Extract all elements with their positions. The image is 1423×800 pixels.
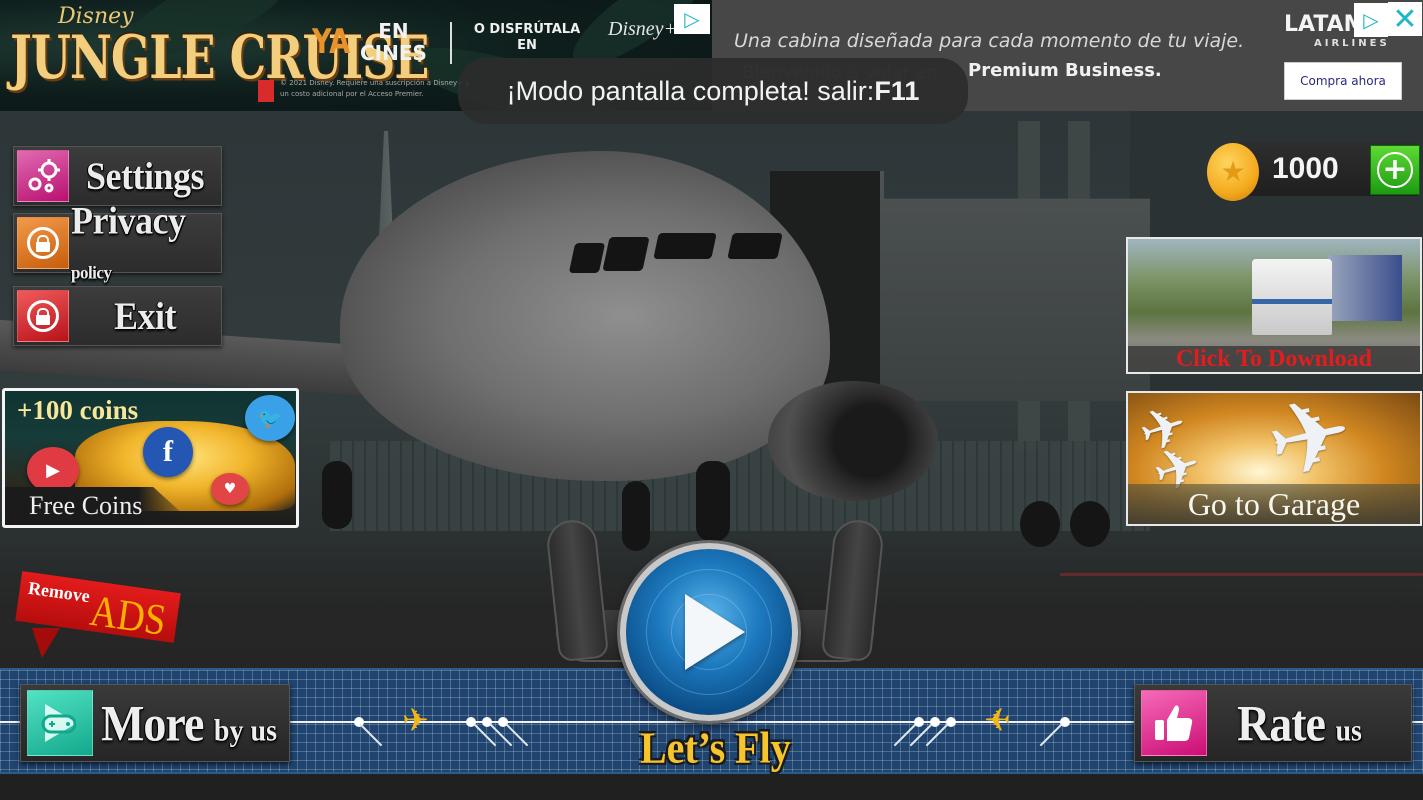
ad-en-text: EN (378, 19, 409, 43)
youtube-icon: ▶ (27, 447, 79, 493)
adchoices-icon[interactable]: ▷ (1354, 3, 1388, 37)
ad-legal-text: © 2021 Disney. Requiere una suscripción … (280, 79, 470, 98)
ad-tagline: Una cabina diseñada para cada momento de… (734, 30, 1245, 52)
yoke-right-handle (820, 517, 886, 663)
cockpit-window (653, 233, 717, 259)
ad-divider (450, 22, 452, 64)
aircraft-engine (768, 381, 938, 501)
jetbridge-wheel (1020, 501, 1060, 547)
fullscreen-toast-text: ¡Modo pantalla completa! salir: (506, 75, 875, 106)
ad-en-cines: EN CINES (360, 20, 427, 64)
ad-platform-logo: Disney+ (608, 18, 678, 40)
plus-icon: + (1377, 152, 1413, 188)
airplane-marker-icon: ✈ (984, 701, 1011, 739)
remove-ads-line2: ADS (87, 586, 170, 646)
adchoices-icon[interactable]: ▷ (674, 4, 710, 34)
facebook-icon: f (143, 427, 193, 477)
aircraft-fuselage (340, 151, 830, 481)
ad-disfruta: O DISFRÚTALA EN (462, 22, 592, 54)
ad-cines-text: CINES (360, 41, 427, 65)
privacy-label: Privacy policy (69, 198, 221, 289)
more-by-us-button[interactable]: More by us (20, 684, 290, 762)
taxiway-marking (1060, 573, 1423, 576)
exit-button[interactable]: Exit (13, 286, 222, 346)
click-to-download-label: Click To Download (1128, 346, 1420, 372)
heart-icon: ♥ (211, 473, 249, 505)
coin-balance: 1000 (1272, 152, 1339, 185)
cockpit-window (727, 233, 783, 259)
coin-icon: ★ (1207, 143, 1259, 201)
landing-gear-wheel (322, 461, 352, 529)
ribbon-tail (32, 628, 60, 658)
privacy-label-main: Privacy (71, 198, 186, 242)
truck-trailer-image (1328, 255, 1402, 321)
airplane-marker-icon: ✈ (402, 701, 429, 739)
more-label-small: by us (213, 713, 277, 748)
free-coins-card[interactable]: +100 coins ▶ f 🐦 ♥ Free Coins (2, 388, 299, 528)
ad-highlight: Premium Business. (968, 60, 1162, 81)
settings-label: Settings (85, 154, 205, 198)
truck-stripe (1252, 299, 1332, 304)
lets-fly-label[interactable]: Let’s Fly (640, 722, 791, 774)
cockpit-window (602, 237, 650, 271)
jetbridge-wheel (1070, 501, 1110, 547)
ad-airline-sub: AIRLINES (1314, 38, 1390, 49)
rate-us-label: Rate us (1237, 694, 1362, 752)
free-coins-reward: +100 coins (17, 395, 139, 425)
lock-icon (17, 217, 69, 269)
play-button[interactable] (620, 543, 798, 721)
gear-icon (17, 150, 69, 202)
fullscreen-toast: ¡Modo pantalla completa! salir: F11 (458, 58, 968, 124)
go-to-garage-label: Go to Garage (1128, 484, 1420, 524)
exit-label: Exit (113, 294, 177, 338)
ad-ya-text: YA (312, 22, 351, 62)
truck-cab-image (1252, 259, 1332, 335)
go-to-garage-card[interactable]: ✈ ✈ ✈ Go to Garage (1126, 391, 1422, 526)
free-coins-label: Free Coins (29, 491, 143, 520)
play-icon (685, 594, 745, 670)
truck-game-download-card[interactable]: Click To Download (1126, 237, 1422, 374)
ad-close-icon[interactable]: ✕ (1388, 2, 1422, 37)
ad-rating-badge (258, 80, 274, 102)
more-label-main: More (101, 694, 204, 752)
lock-icon (17, 290, 69, 342)
gamepad-icon (27, 690, 93, 756)
cockpit-window (568, 243, 606, 273)
ad-cta-button[interactable]: Compra ahora (1284, 62, 1402, 100)
privacy-label-small: policy (71, 262, 112, 283)
yoke-left-handle (544, 517, 610, 663)
remove-ads-button[interactable]: Remove ADS (14, 571, 181, 662)
add-coins-button[interactable]: + (1370, 145, 1420, 195)
rate-label-small: us (1335, 713, 1362, 748)
fullscreen-exit-key: F11 (874, 75, 920, 106)
rate-us-button[interactable]: Rate us (1134, 684, 1412, 762)
ad-disfruta-line2: EN (517, 38, 537, 53)
twitter-icon: 🐦 (245, 395, 295, 441)
more-by-us-label: More by us (101, 694, 277, 752)
privacy-policy-button[interactable]: Privacy policy (13, 199, 222, 283)
thumbs-up-icon (1141, 690, 1207, 756)
bottom-bar (0, 774, 1423, 800)
rate-label-main: Rate (1237, 694, 1326, 752)
ad-disfruta-line1: O DISFRÚTALA (473, 22, 581, 37)
